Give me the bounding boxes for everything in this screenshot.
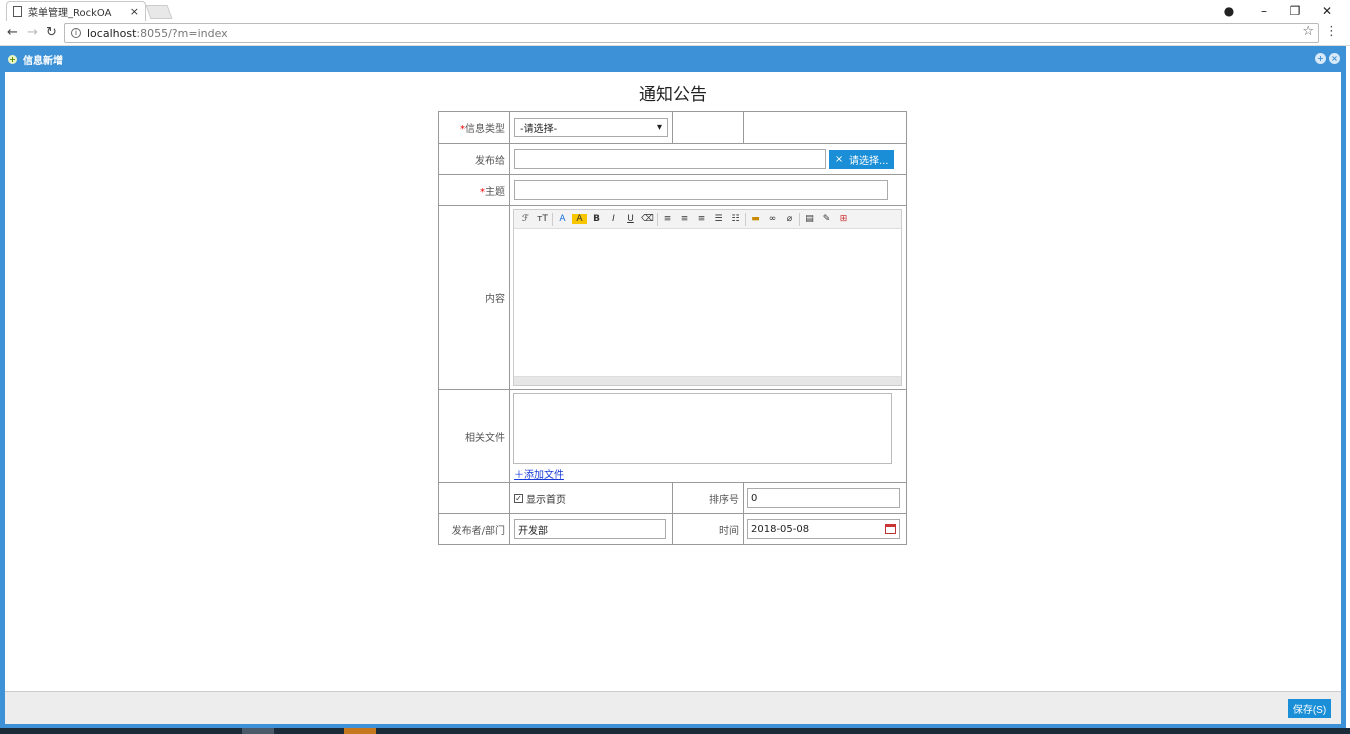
underline-icon[interactable]: U [623, 214, 638, 224]
publish-to-label: 发布给 [438, 143, 510, 175]
pick-recipients-button[interactable]: × 请选择... [829, 149, 895, 169]
eraser-icon[interactable]: ⌫ [640, 214, 655, 224]
bold-icon[interactable]: B [589, 214, 604, 224]
align-left-icon[interactable]: ≡ [660, 214, 675, 224]
save-button[interactable]: 保存(S) [1288, 699, 1331, 718]
editor-toolbar: ℱ тT A A B I U ⌫ ≡ ≡ ≡ ☰ ☷ ▬ ∞ ⌀ ▤ ✎ ⊞ [514, 210, 901, 229]
browser-tabbar: 菜单管理_RockOA × ● – ❐ ✕ [0, 0, 1350, 21]
browser-toolbar: ← → ↻ i localhost:8055/?m=index ☆ ⋮ [0, 21, 1350, 46]
dialog-body: 通知公告 *信息类型 -请选择- ▾ 发布给 × 请选择... *主题 内容 ℱ… [5, 72, 1341, 691]
rich-text-editor[interactable]: ℱ тT A A B I U ⌫ ≡ ≡ ≡ ☰ ☷ ▬ ∞ ⌀ ▤ ✎ ⊞ [513, 209, 902, 386]
unlink-icon[interactable]: ⌀ [782, 214, 797, 224]
font-size-icon[interactable]: тT [535, 214, 550, 224]
notice-form: *信息类型 -请选择- ▾ 发布给 × 请选择... *主题 内容 ℱ тT A… [438, 111, 907, 545]
source-icon[interactable]: ▤ [802, 214, 817, 224]
checkbox-checked-icon[interactable]: ✓ [514, 493, 523, 503]
os-taskbar [0, 728, 1350, 734]
show-home-checkbox[interactable]: ✓ 显示首页 [514, 491, 672, 506]
bg-color-icon[interactable]: A [572, 214, 587, 224]
clear-icon[interactable]: ✎ [819, 214, 834, 224]
forward-icon[interactable]: → [27, 25, 38, 40]
image-icon[interactable]: ▬ [748, 214, 763, 224]
font-family-icon[interactable]: ℱ [518, 214, 533, 224]
dialog-title: 信息新增 [23, 55, 63, 67]
subject-label: *主题 [438, 174, 510, 206]
dialog-close-icon[interactable]: × [1329, 53, 1340, 64]
restore-icon[interactable]: ❐ [1279, 0, 1311, 21]
back-icon[interactable]: ← [7, 25, 18, 40]
profile-icon[interactable]: ● [1213, 0, 1245, 21]
info-icon[interactable]: i [71, 28, 81, 38]
bookmark-star-icon[interactable]: ☆ [1302, 24, 1314, 39]
add-icon: + [8, 54, 17, 64]
align-right-icon[interactable]: ≡ [694, 214, 709, 224]
dialog-header: + 信息新增 [0, 46, 1346, 72]
file-list-box [513, 393, 892, 464]
dialog-footer: 保存(S) [5, 691, 1341, 724]
unordered-list-icon[interactable]: ☷ [728, 214, 743, 224]
browser-menu-icon[interactable]: ⋮ [1325, 24, 1338, 39]
taskbar-item[interactable] [344, 728, 376, 734]
fullscreen-icon[interactable]: ⊞ [836, 214, 851, 224]
form-title: 通知公告 [639, 85, 707, 105]
url-path: :8055/?m=index [136, 26, 228, 40]
new-tab-button[interactable] [145, 5, 173, 19]
publish-to-input[interactable] [514, 149, 826, 169]
italic-icon[interactable]: I [606, 214, 621, 224]
files-label: 相关文件 [438, 389, 510, 483]
reload-icon[interactable]: ↻ [46, 25, 57, 40]
tab-close-icon[interactable]: × [130, 5, 139, 18]
editor-statusbar [514, 376, 901, 385]
close-icon[interactable]: ✕ [1311, 0, 1343, 21]
calendar-icon[interactable] [885, 524, 896, 534]
type-select[interactable]: -请选择- ▾ [514, 118, 668, 137]
font-color-icon[interactable]: A [555, 214, 570, 224]
add-file-link[interactable]: ＋添加文件 [514, 466, 906, 481]
time-label: 时间 [672, 513, 744, 545]
dropdown-arrow-icon: ▾ [656, 122, 662, 133]
info-add-dialog: + 信息新增 + × 通知公告 *信息类型 -请选择- ▾ 发布给 × 请选择... [0, 46, 1346, 728]
time-input[interactable]: 2018-05-08 [747, 519, 900, 539]
browser-tab[interactable]: 菜单管理_RockOA × [6, 1, 146, 21]
ordered-list-icon[interactable]: ☰ [711, 214, 726, 224]
document-icon [13, 6, 22, 17]
align-center-icon[interactable]: ≡ [677, 214, 692, 224]
url-host: localhost [87, 26, 137, 40]
publisher-input[interactable]: 开发部 [514, 519, 666, 539]
sort-label: 排序号 [672, 482, 744, 514]
address-bar[interactable]: i localhost:8055/?m=index [64, 23, 1319, 43]
link-icon[interactable]: ∞ [765, 214, 780, 224]
tab-title: 菜单管理_RockOA [28, 8, 112, 19]
type-label: *信息类型 [438, 111, 510, 144]
sort-input[interactable]: 0 [747, 488, 900, 508]
subject-input[interactable] [514, 180, 888, 200]
taskbar-item[interactable] [242, 728, 274, 734]
publisher-label: 发布者/部门 [438, 513, 510, 545]
minimize-icon[interactable]: – [1248, 0, 1280, 21]
content-label: 内容 [438, 205, 510, 390]
maximize-icon[interactable]: + [1315, 53, 1326, 64]
